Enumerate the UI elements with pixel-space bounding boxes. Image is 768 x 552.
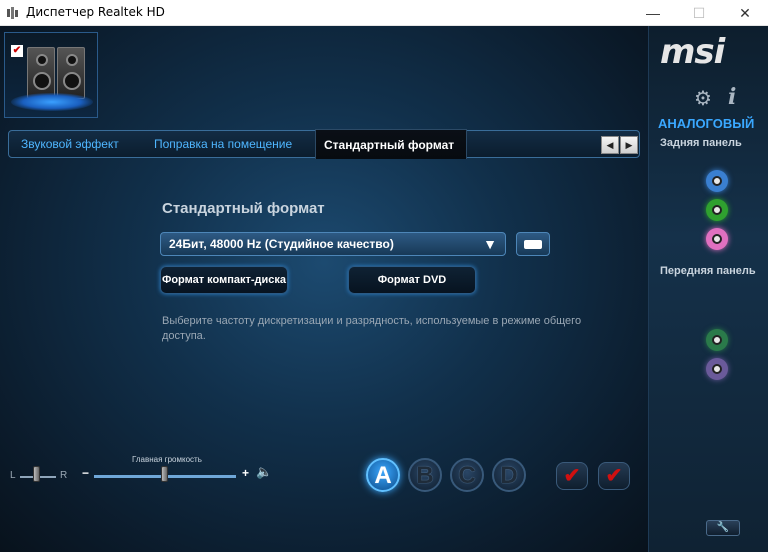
speaker-glow (11, 93, 93, 111)
rear-jack-mic-in[interactable] (706, 228, 728, 250)
cancel-check-button[interactable]: ✔ (598, 462, 630, 490)
master-volume-label: Главная громкость (132, 455, 202, 464)
profile-a-button[interactable]: A (366, 458, 400, 492)
front-panel-label: Передняя панель (660, 265, 756, 277)
volume-plus-icon: + (242, 466, 250, 480)
toggle-switch-icon (524, 240, 542, 249)
front-jack-headphone[interactable] (706, 329, 728, 351)
format-description: Выберите частоту дискретизации и разрядн… (162, 315, 582, 342)
front-jack-mic[interactable] (706, 358, 728, 380)
title-bar: Диспетчер Realtek HD — ☐ ✕ (0, 0, 768, 26)
right-speaker-icon (57, 47, 85, 99)
volume-slider-handle[interactable] (161, 466, 168, 482)
balance-left-label: L (10, 470, 16, 481)
tab-scroll-left-button[interactable]: ◀ (601, 136, 619, 154)
format-select[interactable]: 24Бит, 48000 Hz (Студийное качество) ▼ (160, 232, 506, 256)
dropdown-arrow-icon: ▼ (483, 236, 497, 252)
dvd-format-button[interactable]: Формат DVD (348, 266, 476, 294)
balance-right-label: R (60, 470, 68, 481)
profile-d-button[interactable]: D (492, 458, 526, 492)
msi-logo: msi (660, 32, 725, 72)
gear-icon[interactable]: ⚙ (694, 86, 712, 111)
ok-check-button[interactable]: ✔ (556, 462, 588, 490)
speaker-device-tile[interactable]: ✔ (4, 32, 98, 118)
left-speaker-icon (27, 47, 55, 99)
profile-b-button[interactable]: B (408, 458, 442, 492)
rear-jack-line-out[interactable] (706, 199, 728, 221)
volume-minus-icon: − (82, 466, 90, 480)
maximize-button[interactable]: ☐ (676, 0, 722, 26)
section-heading: Стандартный формат (162, 200, 325, 217)
tab-sound-effect[interactable]: Звуковой эффект (21, 137, 119, 151)
rear-jack-line-in[interactable] (706, 170, 728, 192)
realtek-speaker-icon (7, 7, 18, 19)
speaker-volume-icon[interactable]: 🔈 (256, 464, 272, 480)
balance-slider-handle[interactable] (33, 466, 40, 482)
wrench-icon[interactable]: 🔧 (706, 520, 740, 536)
window-title: Диспетчер Realtek HD (26, 5, 165, 19)
tab-default-format[interactable]: Стандартный формат (315, 129, 467, 159)
tab-room-correction[interactable]: Поправка на помещение (154, 137, 292, 151)
profile-c-button[interactable]: C (450, 458, 484, 492)
info-icon[interactable]: i (728, 84, 736, 110)
tab-scroll-right-button[interactable]: ▶ (620, 136, 638, 154)
close-button[interactable]: ✕ (722, 0, 768, 26)
cd-format-button[interactable]: Формат компакт-диска (160, 266, 288, 294)
analog-mode-label: АНАЛОГОВЫЙ (658, 116, 755, 131)
default-device-check-icon: ✔ (11, 45, 23, 57)
minimize-button[interactable]: — (630, 0, 676, 26)
tab-bar: Звуковой эффект Поправка на помещение Ст… (8, 129, 640, 159)
format-select-value: 24Бит, 48000 Hz (Студийное качество) (169, 237, 394, 251)
main-panel: ✔ Звуковой эффект Поправка на помещение … (0, 26, 648, 552)
rear-panel-label: Задняя панель (660, 137, 742, 149)
format-lock-toggle[interactable] (516, 232, 550, 256)
